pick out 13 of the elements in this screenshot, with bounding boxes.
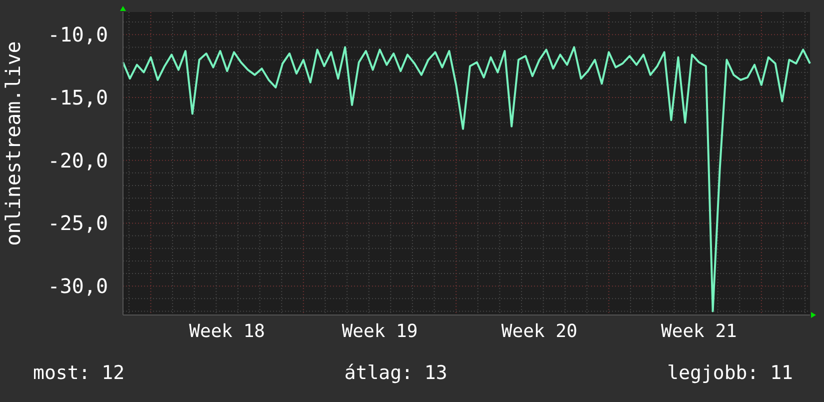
y-tick-label: -15,0 (48, 86, 108, 110)
y-tick-label: -25,0 (48, 211, 108, 236)
stat-text: most: 12 (33, 361, 125, 386)
x-tick-label: Week 19 (342, 321, 418, 342)
y-tick-label: -20,0 (48, 148, 108, 172)
y-tick-label: -30,0 (48, 274, 108, 298)
stat-text: átlag: 13 (344, 361, 448, 386)
x-tick-label: Week 18 (189, 321, 266, 342)
stat-text: legjobb: 11 (667, 361, 793, 386)
y-tick-label: -10,0 (48, 22, 108, 47)
y-axis-title: onlinestream.live (1, 41, 25, 246)
x-tick-label: Week 21 (661, 321, 737, 342)
x-tick-label: Week 20 (501, 321, 578, 342)
